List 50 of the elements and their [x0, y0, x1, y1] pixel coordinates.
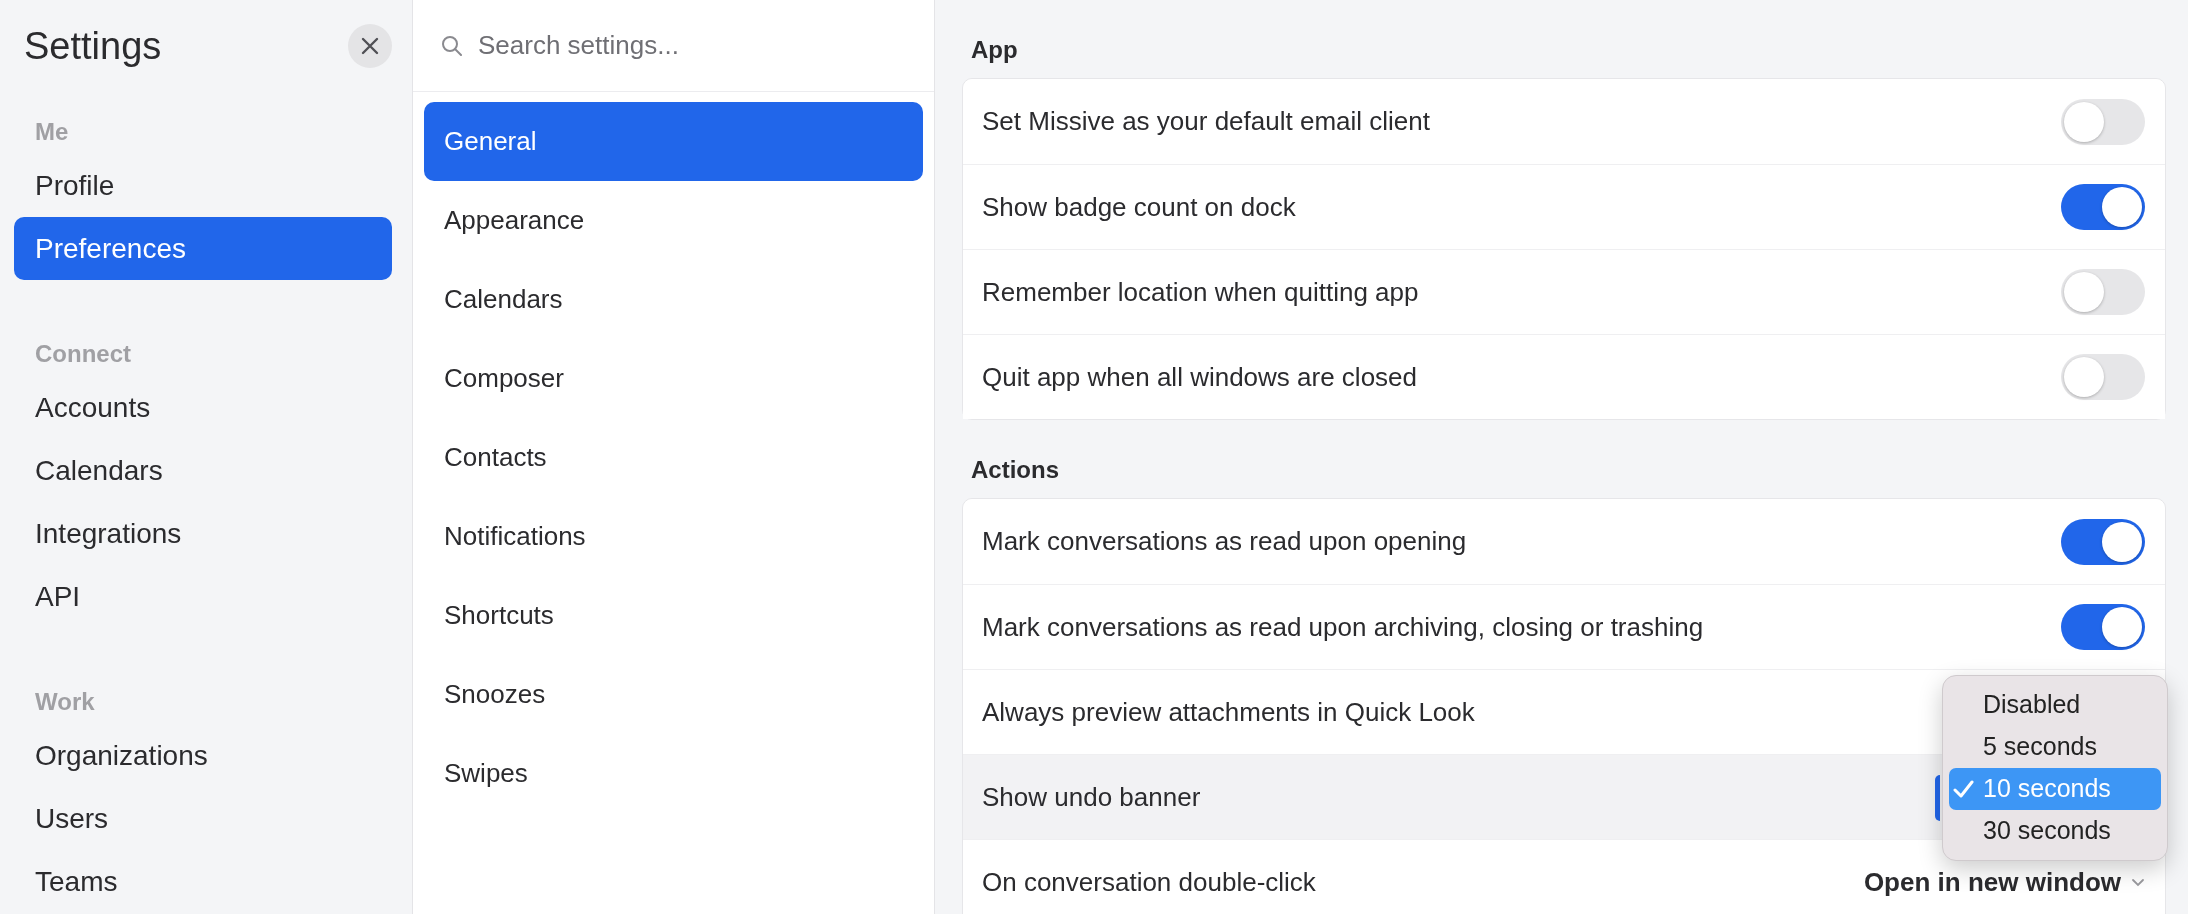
sidebar-item[interactable]: Teams — [14, 850, 392, 913]
category-item[interactable]: General — [424, 102, 923, 181]
section-heading: Me — [34, 117, 70, 147]
chevron-icon — [2131, 877, 2145, 887]
menu-option[interactable]: 5 seconds — [1949, 726, 2161, 768]
group-heading: Actions — [970, 455, 1060, 485]
setting-label: Mark conversations as read upon archiving, closing or trashing — [982, 610, 1704, 644]
setting-label: Always preview attachments in Quick Look — [982, 695, 1475, 729]
sidebar-item[interactable]: Users — [14, 787, 392, 850]
category-item[interactable]: Snoozes — [424, 655, 923, 734]
section-heading: Work — [34, 687, 96, 717]
sidebar-item[interactable]: Accounts — [14, 376, 392, 439]
category-item[interactable]: Notifications — [424, 497, 923, 576]
setting-label: Mark conversations as read upon opening — [982, 525, 1467, 558]
setting-label: Quit app when all windows are closed — [982, 360, 1418, 394]
toggle-switch[interactable] — [2061, 604, 2145, 650]
category-item[interactable]: Appearance — [424, 181, 923, 260]
toggle-switch[interactable] — [2061, 354, 2145, 400]
search-icon — [441, 35, 462, 56]
category-item[interactable]: Shortcuts — [424, 576, 923, 655]
toggle-switch[interactable] — [2061, 518, 2145, 565]
setting-label: Show badge count on dock — [982, 190, 1296, 224]
setting-label: Remember location when quitting app — [982, 275, 1419, 309]
sidebar-item[interactable]: Integrations — [14, 502, 392, 565]
setting-label: On conversation double-click — [982, 865, 1316, 899]
sidebar-title: Settings — [24, 27, 162, 65]
category-item[interactable]: Composer — [424, 339, 923, 418]
sidebar-item[interactable]: Organizations — [14, 724, 392, 787]
search-field[interactable]: Search settings... — [476, 25, 896, 66]
sidebar-item[interactable]: Profile — [14, 154, 392, 217]
menu-option[interactable]: 30 seconds — [1949, 810, 2161, 852]
sidebar-item[interactable]: API — [14, 565, 392, 628]
toggle-switch[interactable] — [2061, 184, 2145, 230]
value-dropdown[interactable]: Open in new window — [1863, 862, 2145, 902]
group-heading: App — [970, 35, 1019, 65]
toggle-switch[interactable] — [2061, 98, 2145, 145]
close-icon — [361, 37, 379, 55]
setting-label: Show undo banner — [982, 780, 1201, 814]
close-button[interactable] — [348, 24, 392, 68]
category-item[interactable]: Swipes — [424, 734, 923, 813]
section-heading: Connect — [34, 339, 132, 369]
category-item[interactable]: Contacts — [424, 418, 923, 497]
toggle-switch[interactable] — [2061, 269, 2145, 315]
setting-label: Set Missive as your default email client — [982, 105, 1430, 138]
category-item[interactable]: Calendars — [424, 260, 923, 339]
check-icon — [1953, 779, 1974, 799]
sidebar-item[interactable]: Preferences — [14, 217, 392, 280]
menu-option[interactable]: Disabled — [1949, 684, 2161, 726]
select-button[interactable] — [1935, 775, 1940, 821]
sidebar-item[interactable]: Calendars — [14, 439, 392, 502]
